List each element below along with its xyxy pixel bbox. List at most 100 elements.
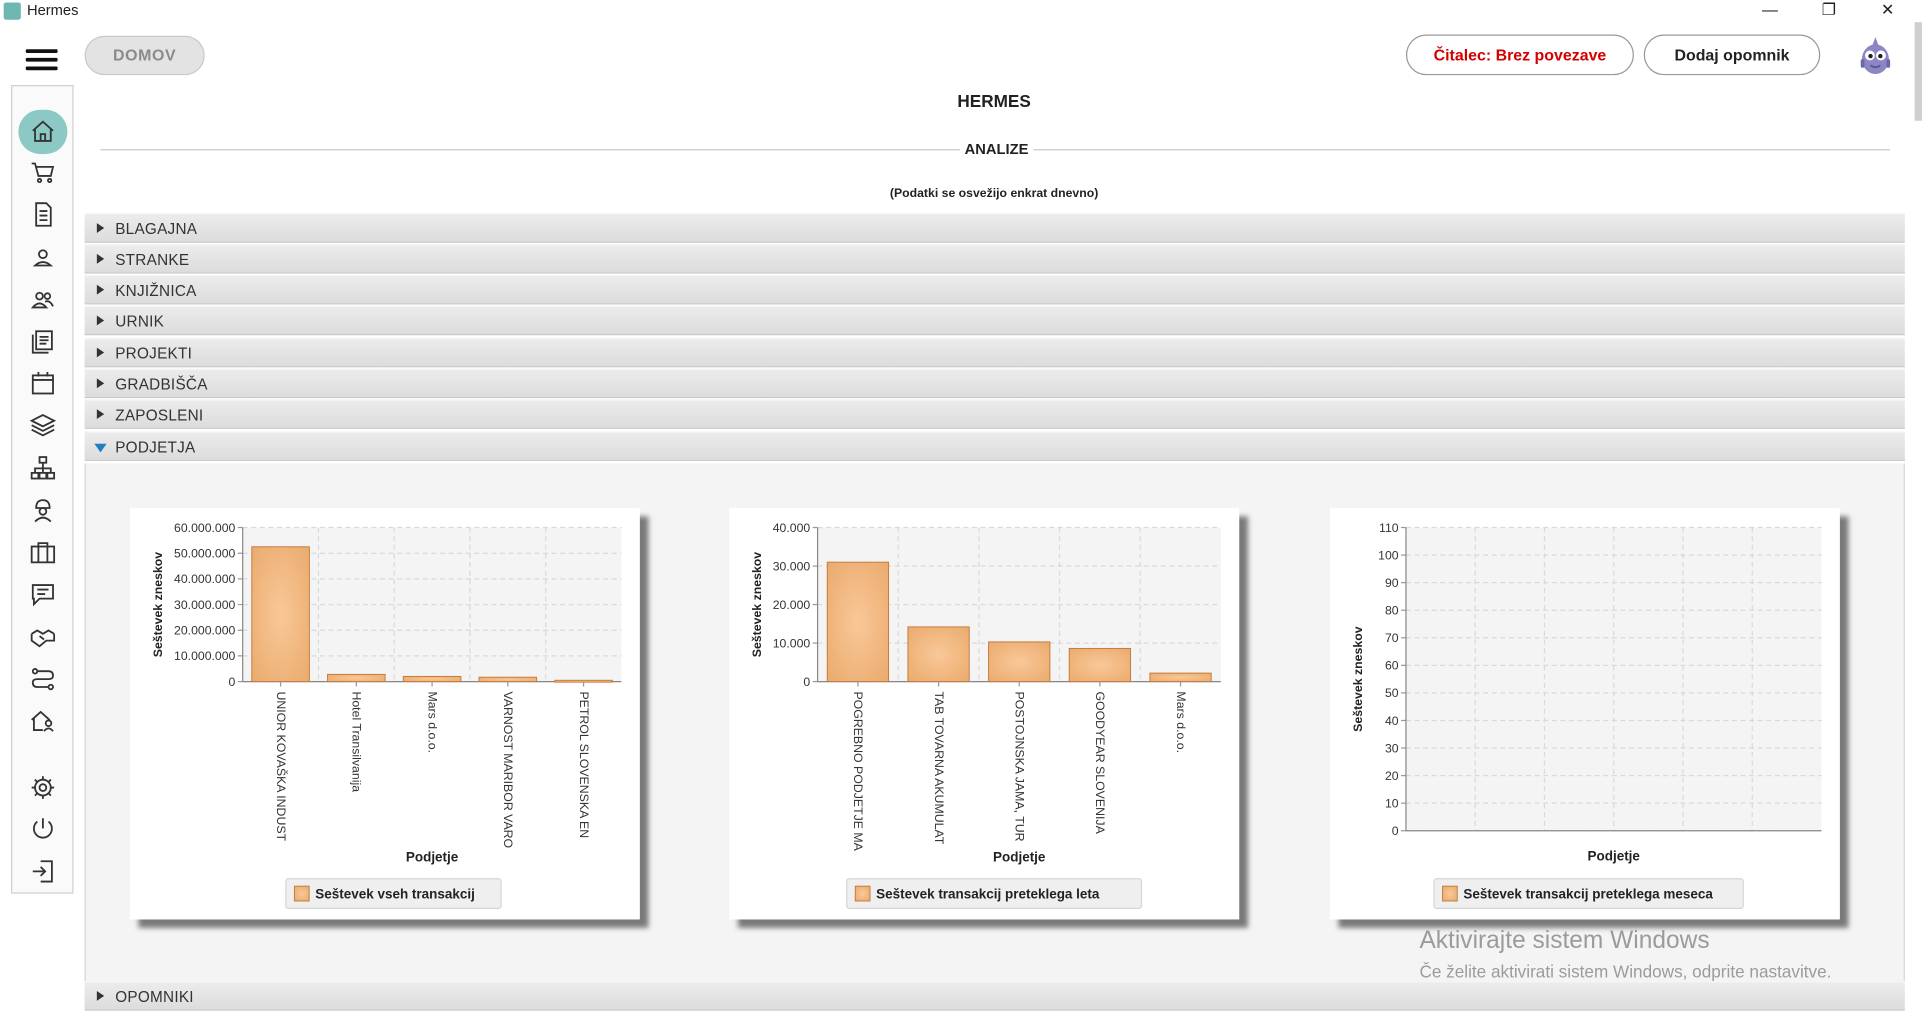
legend-swatch: [293, 885, 310, 902]
accordion-label: KNJIŽNICA: [115, 282, 197, 300]
x-tick-label: GOODYEAR SLOVENIJA: [1093, 691, 1107, 834]
y-tick-label: 0: [229, 675, 236, 689]
accordion-label: PROJEKTI: [115, 345, 193, 363]
y-tick-label: 10.000: [773, 636, 811, 650]
app-window: Hermes — ❐ ✕ DOMOV Čitalec: Brez povezav…: [0, 0, 1922, 1023]
chat-icon[interactable]: [23, 576, 62, 613]
x-tick-label: PETROL SLOVENSKA EN: [577, 691, 591, 838]
people-icon[interactable]: [23, 281, 62, 318]
handshake-icon[interactable]: [23, 619, 62, 656]
list-icon[interactable]: [23, 323, 62, 360]
restore-button[interactable]: ❐: [1801, 0, 1857, 22]
windows-activation-text: Če želite aktivirati sistem Windows, odp…: [1419, 961, 1832, 982]
logout-icon[interactable]: [23, 853, 62, 890]
expand-arrow-icon: [96, 378, 105, 389]
section-title: ANALIZE: [959, 140, 1034, 158]
accordion-label: STRANKE: [115, 251, 190, 269]
window-title: Hermes: [26, 1, 79, 19]
expand-arrow-icon: [96, 990, 105, 1001]
y-tick-label: 60.000.000: [174, 521, 235, 535]
y-tick-label: 0: [1392, 824, 1399, 838]
chart-all-transactions: 0 10.000.000 20.000.000 30.000.000 40.000.00…: [151, 521, 622, 909]
y-tick-label: 10.000.000: [174, 649, 235, 663]
accordion-gradbisca[interactable]: GRADBIŠČA: [84, 368, 1905, 399]
network-icon[interactable]: [23, 450, 62, 487]
stage: Hermes — ❐ ✕ DOMOV Čitalec: Brez povezav…: [0, 0, 1922, 1023]
app-logo-icon: [3, 2, 21, 20]
sidebar: [11, 85, 74, 894]
bar: [988, 641, 1051, 683]
accordion-podjetja[interactable]: PODJETJA: [84, 431, 1905, 461]
y-tick-label: 50.000.000: [174, 546, 235, 560]
route-icon[interactable]: [23, 661, 62, 698]
expand-arrow-icon: [96, 223, 105, 233]
y-tick-label: 70: [1385, 631, 1399, 645]
bar: [826, 561, 890, 683]
page-title: HERMES: [957, 91, 1031, 111]
x-axis-title: Podjetje: [1588, 848, 1641, 863]
expand-arrow-icon: [96, 253, 105, 264]
cart-icon[interactable]: [23, 154, 62, 191]
legend-label: Seštevek vseh transakcij: [315, 886, 475, 901]
layers-icon[interactable]: [23, 407, 62, 444]
bar: [327, 673, 386, 683]
chart-card-all: 0 10.000.000 20.000.000 30.000.000 40.000.00…: [129, 507, 640, 920]
person-icon[interactable]: [23, 239, 62, 276]
accordion-opomniki[interactable]: OPOMNIKI: [84, 981, 1905, 1011]
y-tick-label: 110: [1379, 521, 1399, 535]
x-tick-label: Hotel Transilvanija: [350, 691, 364, 792]
document-icon[interactable]: [23, 196, 62, 233]
bar: [1149, 672, 1212, 683]
accordion-label: OPOMNIKI: [115, 988, 194, 1006]
accordion-urnik[interactable]: URNIK: [84, 305, 1905, 336]
accordion-blagajna[interactable]: BLAGAJNA: [84, 213, 1905, 243]
avatar-icon[interactable]: [1856, 35, 1895, 77]
y-tick-label: 40: [1385, 714, 1399, 728]
bar: [402, 675, 462, 683]
worker-icon[interactable]: [23, 492, 62, 529]
y-axis-title: Seštevek zneskov: [151, 552, 165, 658]
expand-arrow-icon: [96, 315, 105, 326]
accordion-stranke[interactable]: STRANKE: [84, 244, 1905, 274]
close-button[interactable]: ✕: [1859, 0, 1915, 22]
briefcase-icon[interactable]: [23, 534, 62, 571]
accordion-label: URNIK: [115, 313, 165, 331]
minimize-button[interactable]: —: [1742, 0, 1798, 22]
calendar-icon[interactable]: [23, 365, 62, 402]
y-tick-label: 30.000: [773, 559, 811, 573]
x-tick-label: POSTOJNSKA JAMA, TUR: [1013, 691, 1027, 841]
x-tick-label: Mars d.o.o.: [425, 691, 439, 753]
accordion-projekti[interactable]: PROJEKTI: [84, 337, 1905, 368]
bar: [907, 626, 970, 683]
y-tick-label: 0: [803, 675, 810, 689]
accordion-label: ZAPOSLENI: [115, 406, 204, 424]
y-tick-label: 40.000.000: [174, 572, 235, 586]
y-axis-title: Seštevek zneskov: [750, 552, 764, 658]
home-button[interactable]: DOMOV: [84, 35, 205, 76]
gear-icon[interactable]: [23, 769, 62, 806]
legend-label: Seštevek transakcij preteklega meseca: [1463, 886, 1713, 901]
y-tick-label: 80: [1385, 603, 1399, 617]
reader-status-button[interactable]: Čitalec: Brez povezave: [1405, 34, 1634, 76]
y-tick-label: 30: [1385, 741, 1399, 755]
accordion-label: BLAGAJNA: [115, 220, 198, 238]
y-tick-label: 20.000: [773, 598, 811, 612]
scrollbar[interactable]: [1914, 22, 1922, 121]
house-person-icon[interactable]: [23, 703, 62, 740]
home-icon[interactable]: [18, 109, 68, 155]
menu-icon[interactable]: [25, 49, 58, 71]
y-tick-label: 90: [1385, 576, 1399, 590]
refresh-note: (Podatki se osvežijo enkrat dnevno): [889, 187, 1099, 201]
chart-card-last-month: 0 10 20 30 40 50 60 70 80 90 100 110 Seštevek znesko…: [1329, 507, 1840, 920]
expand-arrow-icon: [96, 409, 105, 420]
chart-last-year: 0 10.000 20.000 30.000 40.000 POGREBNO PODJET…: [750, 521, 1221, 909]
accordion-zaposleni[interactable]: ZAPOSLENI: [84, 399, 1905, 429]
bar: [1068, 647, 1132, 683]
accordion-knjiznica[interactable]: KNJIŽNICA: [84, 274, 1905, 305]
title-bar: Hermes — ❐ ✕: [0, 0, 1922, 23]
power-icon[interactable]: [23, 811, 62, 848]
chart-last-month: 0 10 20 30 40 50 60 70 80 90 100 110 Seštevek znesko…: [1351, 521, 1822, 909]
y-tick-label: 10: [1385, 796, 1399, 810]
add-reminder-button[interactable]: Dodaj opomnik: [1643, 34, 1821, 76]
x-axis-title: Podjetje: [993, 850, 1046, 865]
